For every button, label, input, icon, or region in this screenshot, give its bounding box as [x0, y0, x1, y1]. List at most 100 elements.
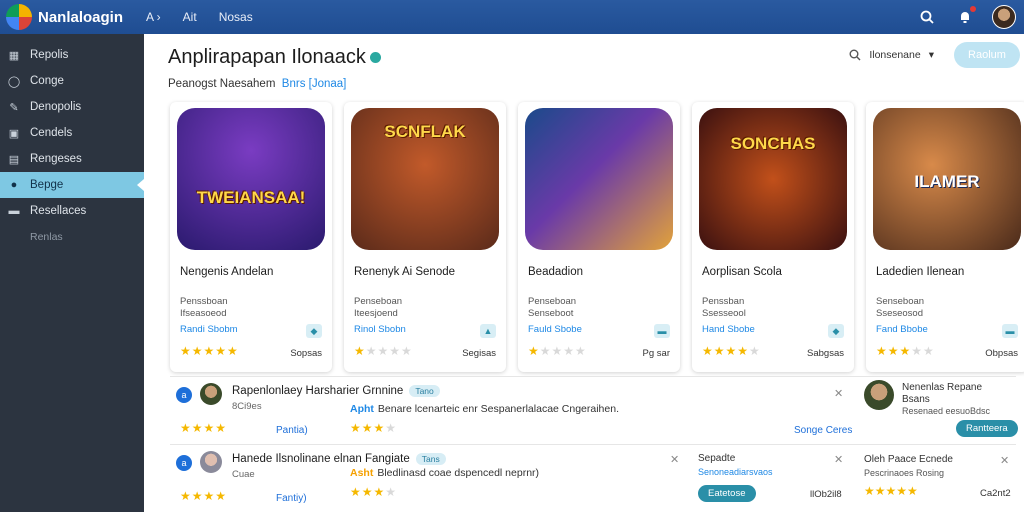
- subtitle-link[interactable]: Bnrs [Jonaa]: [282, 78, 347, 90]
- card-link[interactable]: Rinol Sbobn: [354, 324, 406, 335]
- close-icon[interactable]: ✕: [834, 453, 843, 466]
- notification-dot: [970, 6, 976, 12]
- sidebar-item-denopolis[interactable]: ✎ Denopolis: [0, 94, 144, 120]
- install-icon[interactable]: ◆: [828, 324, 844, 338]
- page-title-text: Anplirapapan Ilonaack: [168, 46, 366, 68]
- sidebar-item-label: Resellaces: [30, 205, 87, 217]
- star-rating: ★★★★★: [702, 344, 761, 358]
- review-index: a: [176, 387, 192, 403]
- user-avatar[interactable]: [992, 5, 1016, 29]
- card-link[interactable]: Randi Sbobm: [180, 324, 238, 335]
- review-meta: 8Ci9es: [232, 401, 262, 412]
- review-title-text: Rapenlonlaey Harsharier Grnnine: [232, 385, 404, 397]
- card-price: Sabgsas: [807, 348, 844, 359]
- art-title: TWEIANSAA!: [196, 187, 306, 207]
- game-art-image: SCNFLAK: [351, 108, 499, 250]
- top-nav: A › Ait Nosas: [146, 10, 253, 24]
- avatar: [864, 380, 894, 410]
- card-meta: Ssesseool: [702, 308, 746, 319]
- review-title-text: Hanede Ilsnolinane elnan Fangiate: [232, 453, 410, 465]
- sidebar-item-cendels[interactable]: ▣ Cendels: [0, 120, 144, 146]
- dot-icon: ●: [10, 179, 18, 191]
- game-card[interactable]: SONCHAS Aorplisan Scola Penssban Ssesseo…: [692, 102, 854, 372]
- panel-button[interactable]: Eatetose: [698, 485, 756, 502]
- close-icon[interactable]: ✕: [670, 453, 679, 466]
- card-meta: Senseboot: [528, 308, 574, 319]
- review-index: a: [176, 455, 192, 471]
- review-lead: Apht: [350, 403, 374, 415]
- sidebar-item-bepge[interactable]: ● Bepge: [0, 172, 144, 198]
- sidebar-item-conge[interactable]: ◯ Conge: [0, 68, 144, 94]
- sidebar-item-label: Rengeses: [30, 153, 82, 165]
- card-price: Segisas: [462, 348, 496, 359]
- nav-item-2[interactable]: Ait: [183, 10, 197, 24]
- review-lead: Asht: [350, 467, 374, 479]
- panel-meta: Pescrinaoes Rosing: [864, 468, 945, 478]
- art-title: ILAMER: [914, 171, 980, 191]
- card-price: Sopsas: [290, 348, 322, 359]
- sort-label: Ilonsenane: [869, 49, 921, 61]
- chevron-down-icon: ▾: [928, 49, 934, 61]
- review-body: Asht Bledlinasd coae dspencedl neprnr): [350, 467, 539, 479]
- app-logo[interactable]: Nanlaloagin: [6, 4, 146, 30]
- logo-icon: [6, 4, 32, 30]
- card-meta: Ifseasoeod: [180, 308, 227, 319]
- card-link[interactable]: Fand Bbobe: [876, 324, 928, 335]
- subtitle-text: Peanogst Naesahem: [168, 78, 276, 90]
- card-link[interactable]: Hand Sbobe: [702, 324, 755, 335]
- avatar: [200, 451, 222, 473]
- game-art-image: TWEIANSAA!: [177, 108, 325, 250]
- card-name: Beadadion: [528, 266, 583, 278]
- install-icon[interactable]: ▬: [654, 324, 670, 338]
- primary-button[interactable]: Raolum: [954, 42, 1020, 68]
- review-link[interactable]: Songe Ceres: [794, 425, 852, 436]
- card-meta: Penssboan: [180, 296, 228, 307]
- sidebar-item-label: Denopolis: [30, 101, 82, 113]
- card-meta: Sseseosod: [876, 308, 924, 319]
- review-link[interactable]: Pantia): [276, 425, 308, 436]
- star-rating: ★★★★★: [864, 484, 918, 498]
- sort-control[interactable]: Ilonsenane ▾: [849, 49, 934, 61]
- game-card[interactable]: SCNFLAK Renenyk Ai Senode Penseboan Itee…: [344, 102, 506, 372]
- nav-item-1[interactable]: A ›: [146, 10, 161, 24]
- review-tag: Tans: [415, 453, 446, 465]
- sidebar-item-rengeses[interactable]: ▤ Rengeses: [0, 146, 144, 172]
- panel-title: Oleh Paace Ecnede: [864, 454, 953, 465]
- panel-meta: Resenaed eesuoBdsc: [902, 406, 991, 416]
- box-icon: ▣: [8, 127, 20, 140]
- search-icon[interactable]: [916, 6, 938, 28]
- star-rating: ★★★★★: [876, 344, 935, 358]
- review-link[interactable]: Fantiy): [276, 493, 307, 504]
- game-card[interactable]: Beadadion Penseboan Senseboot Fauld Sbob…: [518, 102, 680, 372]
- install-icon[interactable]: ◆: [306, 324, 322, 338]
- game-art-image: [525, 108, 673, 250]
- logo-text: Nanlaloagin: [38, 8, 124, 26]
- sidebar-item-label: Conge: [30, 75, 64, 87]
- review-tag: Tano: [409, 385, 440, 397]
- notifications-icon[interactable]: [954, 6, 976, 28]
- game-card[interactable]: TWEIANSAA! Nengenis Andelan Penssboan If…: [170, 102, 332, 372]
- review-body-text: Bledlinasd coae dspencedl neprnr): [377, 467, 540, 479]
- install-icon[interactable]: ▬: [1002, 324, 1018, 338]
- card-name: Nengenis Andelan: [180, 266, 274, 278]
- review-meta: Cuae: [232, 469, 255, 480]
- nav-item-3[interactable]: Nosas: [219, 10, 253, 24]
- install-icon[interactable]: ▲: [480, 324, 496, 338]
- star-rating: ★★★★: [180, 421, 228, 435]
- card-name: Ladedien Ilenean: [876, 266, 965, 278]
- art-title: SONCHAS: [730, 133, 816, 153]
- game-card[interactable]: ILAMER Ladedien Ilenean Senseboan Sseseo…: [866, 102, 1024, 372]
- sidebar-footer[interactable]: Renlas: [0, 224, 144, 250]
- card-link[interactable]: Fauld Sbobe: [528, 324, 582, 335]
- sidebar-item-repolis[interactable]: ▦ Repolis: [0, 42, 144, 68]
- card-name: Renenyk Ai Senode: [354, 266, 456, 278]
- sidebar-item-label: Bepge: [30, 179, 64, 191]
- close-icon[interactable]: ✕: [834, 387, 843, 400]
- sidebar-item-resellaces[interactable]: ▬ Resellaces: [0, 198, 144, 224]
- card-meta: Penseboan: [354, 296, 403, 307]
- star-rating: ★★★★★: [354, 344, 413, 358]
- review-title: Rapenlonlaey Harsharier Grnnine Tano: [232, 385, 440, 397]
- side-panel-1: Nenenlas Repane Bsans Resenaed eesuoBdsc…: [864, 380, 1018, 440]
- close-icon[interactable]: ✕: [1000, 454, 1009, 467]
- panel-button[interactable]: Rantteera: [956, 420, 1018, 437]
